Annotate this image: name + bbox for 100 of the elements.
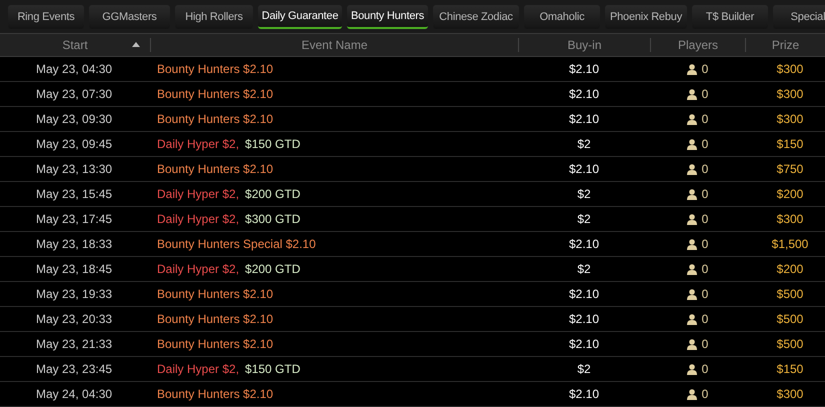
event-name[interactable]: Daily Hyper $2, [157,362,240,376]
tab[interactable]: Daily Guarantee [258,5,342,29]
start-time: May 23, 04:30 [35,62,114,76]
person-icon [686,164,697,174]
column-header[interactable]: Start [62,38,88,52]
event-name[interactable]: Bounty Hunters $2.10 [157,287,274,301]
column-header[interactable]: Event Name [301,38,368,52]
person-icon [686,288,697,300]
person-icon [686,364,697,374]
tab[interactable]: Special [773,5,825,29]
buy-in: $2 [576,262,592,276]
prize: $500 [776,287,804,301]
prize: $200 [776,187,804,201]
prize: $150 [776,362,804,376]
event-name[interactable]: Bounty Hunters $2.10 [157,162,274,176]
person-icon [686,188,697,200]
buy-in: $2.10 [568,112,600,126]
start-time: May 23, 09:30 [35,112,114,126]
prize: $300 [776,387,804,401]
guarantee: $150 GTD [245,362,300,376]
buy-in: $2 [576,187,592,201]
player-count: 0 [702,112,708,126]
player-count: 0 [702,387,708,401]
prize: $1,500 [770,237,810,251]
tab[interactable]: T$ Builder [692,5,768,29]
event-name[interactable]: Daily Hyper $2, [157,137,240,151]
column-header[interactable]: Buy-in [567,38,602,52]
buy-in: $2 [576,212,592,226]
start-time: May 23, 15:45 [35,187,114,201]
person-icon [686,238,697,250]
player-count: 0 [702,237,708,251]
player-count: 0 [702,337,708,351]
prize: $500 [776,312,804,326]
player-count: 0 [702,187,708,201]
player-count: 0 [702,162,708,176]
person-icon [686,88,697,100]
start-time: May 23, 17:45 [35,212,114,226]
tab[interactable]: Chinese Zodiac [433,5,519,29]
buy-in: $2.10 [568,387,600,401]
tab[interactable]: Phoenix Rebuy [605,5,687,29]
tab[interactable]: GGMasters [89,5,170,29]
prize: $150 [776,137,804,151]
person-icon [686,314,697,324]
buy-in: $2.10 [568,312,600,326]
start-time: May 23, 18:45 [35,262,114,276]
start-time: May 23, 20:33 [35,312,114,326]
tab[interactable]: Ring Events [8,5,84,29]
player-count: 0 [702,212,708,226]
person-icon [686,114,697,124]
person-icon [686,338,697,350]
guarantee: $200 GTD [245,262,300,276]
event-name[interactable]: Daily Hyper $2, [157,187,240,201]
event-name[interactable]: Bounty Hunters $2.10 [157,337,274,351]
start-time: May 23, 18:33 [35,237,114,251]
event-name[interactable]: Bounty Hunters $2.10 [157,112,274,126]
prize: $750 [776,162,804,176]
buy-in: $2.10 [568,62,600,76]
prize: $500 [776,337,804,351]
buy-in: $2.10 [568,237,600,251]
player-count: 0 [702,87,708,101]
person-icon [686,264,697,274]
player-count: 0 [702,262,708,276]
tab[interactable]: Omaholic [524,5,600,29]
tab[interactable]: Bounty Hunters [347,5,428,29]
person-icon [686,64,697,74]
guarantee: $150 GTD [245,137,300,151]
start-time: May 23, 09:45 [35,137,114,151]
guarantee: $300 GTD [245,212,300,226]
event-name[interactable]: Bounty Hunters $2.10 [157,62,274,76]
prize: $300 [776,112,804,126]
buy-in: $2 [576,137,592,151]
prize: $200 [776,262,804,276]
start-time: May 23, 23:45 [35,362,114,376]
start-time: May 23, 19:33 [35,287,114,301]
start-time: May 23, 21:33 [35,337,114,351]
player-count: 0 [702,362,708,376]
buy-in: $2.10 [568,337,600,351]
start-time: May 24, 04:30 [35,387,114,401]
event-name[interactable]: Bounty Hunters Special $2.10 [157,237,316,251]
player-count: 0 [702,62,708,76]
start-time: May 23, 13:30 [35,162,114,176]
event-name[interactable]: Bounty Hunters $2.10 [157,87,274,101]
prize: $300 [776,62,804,76]
buy-in: $2.10 [568,287,600,301]
player-count: 0 [702,287,708,301]
start-time: May 23, 07:30 [35,87,114,101]
player-count: 0 [702,137,708,151]
buy-in: $2 [576,362,592,376]
person-icon [686,214,697,224]
tab[interactable]: High Rollers [175,5,253,29]
event-name[interactable]: Daily Hyper $2, [157,262,240,276]
event-name[interactable]: Bounty Hunters $2.10 [157,387,274,401]
guarantee: $200 GTD [245,187,300,201]
column-header[interactable]: Players [678,38,718,52]
buy-in: $2.10 [568,162,600,176]
event-name[interactable]: Daily Hyper $2, [157,212,240,226]
event-name[interactable]: Bounty Hunters $2.10 [157,312,274,326]
person-icon [686,388,697,400]
person-icon [686,138,697,150]
column-header[interactable]: Prize [772,38,800,52]
